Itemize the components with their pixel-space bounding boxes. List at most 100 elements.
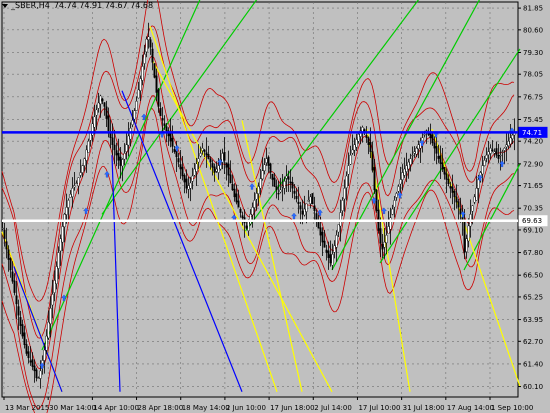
candle-body	[493, 151, 496, 154]
candle-body	[245, 225, 248, 229]
candle-body	[193, 168, 196, 176]
candle-body	[181, 166, 184, 177]
candle-body	[47, 321, 50, 339]
candle-body	[333, 245, 336, 253]
y-tick-label: 78.05	[523, 71, 543, 79]
candle-body	[215, 168, 218, 172]
candle-body	[255, 193, 258, 200]
candle-body	[355, 139, 358, 148]
dropdown-arrow-icon[interactable]	[2, 3, 8, 8]
candle-body	[269, 163, 272, 173]
candle-body	[275, 186, 278, 191]
candle-body	[147, 36, 150, 40]
candle-body	[93, 116, 96, 128]
candle-body	[315, 213, 318, 220]
candle-body	[285, 175, 288, 179]
candle-body	[163, 123, 166, 126]
symbol-label: _SBER,H4	[11, 1, 50, 10]
candle-body	[501, 151, 504, 153]
candle-body	[427, 133, 430, 135]
candle-body	[29, 360, 32, 363]
candle-body	[73, 185, 76, 188]
candle-body	[385, 234, 388, 244]
candle-body	[25, 344, 28, 354]
candle-body	[401, 172, 404, 180]
candle-body	[505, 144, 508, 148]
y-tick-label: 62.70	[523, 338, 543, 346]
candle-body	[79, 172, 82, 176]
candle-body	[17, 306, 20, 316]
candle-body	[1, 228, 4, 230]
candle-body	[465, 238, 468, 252]
candle-body	[183, 175, 186, 183]
candle-body	[221, 153, 224, 163]
candle-body	[381, 244, 384, 250]
candle-body	[309, 196, 312, 204]
candle-body	[21, 324, 24, 337]
candle-body	[177, 158, 180, 163]
candle-body	[15, 295, 18, 305]
candle-body	[429, 133, 432, 138]
candle-body	[301, 210, 304, 215]
candle-body	[107, 115, 110, 131]
candle-body	[295, 196, 298, 199]
candle-body	[141, 66, 144, 81]
candle-body	[509, 137, 512, 145]
x-tick-label: 28 Apr 18:00	[138, 404, 184, 412]
candle-body	[323, 240, 326, 248]
candle-body	[115, 150, 118, 156]
candle-body	[293, 190, 296, 194]
candle-body	[9, 258, 12, 271]
candle-body	[151, 48, 154, 63]
candle-body	[379, 228, 382, 244]
candle-body	[491, 149, 494, 151]
white-level-label: 69.63	[522, 217, 542, 225]
candle-body	[77, 177, 80, 187]
candle-body	[155, 75, 158, 93]
candle-body	[395, 193, 398, 198]
candle-body	[49, 308, 52, 324]
candle-body	[109, 133, 112, 138]
candle-body	[207, 154, 210, 159]
candle-body	[387, 226, 390, 234]
candle-body	[217, 165, 220, 173]
candle-body	[485, 154, 488, 159]
y-tick-label: 60.10	[523, 383, 543, 391]
candle-body	[87, 141, 90, 153]
candle-body	[127, 135, 130, 146]
candle-body	[165, 126, 168, 131]
candle-body	[289, 181, 292, 184]
candle-body	[129, 127, 132, 140]
candle-body	[257, 186, 260, 194]
candle-body	[305, 203, 308, 212]
candle-body	[37, 377, 40, 379]
y-tick-label: 75.45	[523, 116, 543, 124]
y-tick-label: 76.75	[523, 93, 543, 101]
candle-body	[5, 241, 8, 250]
x-tick-label: 17 Jul 10:00	[358, 404, 400, 412]
x-tick-label: 14 Apr 10:00	[93, 404, 139, 412]
candle-body	[173, 149, 176, 152]
y-tick-label: 63.95	[523, 316, 543, 324]
candle-body	[145, 38, 148, 53]
candle-body	[199, 153, 202, 157]
candle-body	[143, 54, 146, 64]
x-tick-label: 2 Jul 14:00	[314, 404, 352, 412]
blue-level-label: 74.71	[522, 129, 542, 137]
candle-body	[137, 89, 140, 99]
candle-body	[431, 134, 434, 144]
candle-body	[205, 152, 208, 156]
candle-body	[121, 159, 124, 167]
candle-body	[503, 147, 506, 151]
candle-body	[311, 193, 314, 205]
candle-body	[451, 186, 454, 193]
candle-body	[105, 106, 108, 119]
candle-body	[367, 137, 370, 145]
candle-body	[261, 170, 264, 180]
candle-body	[149, 39, 152, 48]
candle-body	[341, 200, 344, 211]
candle-body	[135, 100, 138, 111]
x-tick-label: 17 Jun 18:00	[270, 404, 314, 412]
candle-body	[133, 110, 136, 120]
candle-body	[251, 207, 254, 216]
